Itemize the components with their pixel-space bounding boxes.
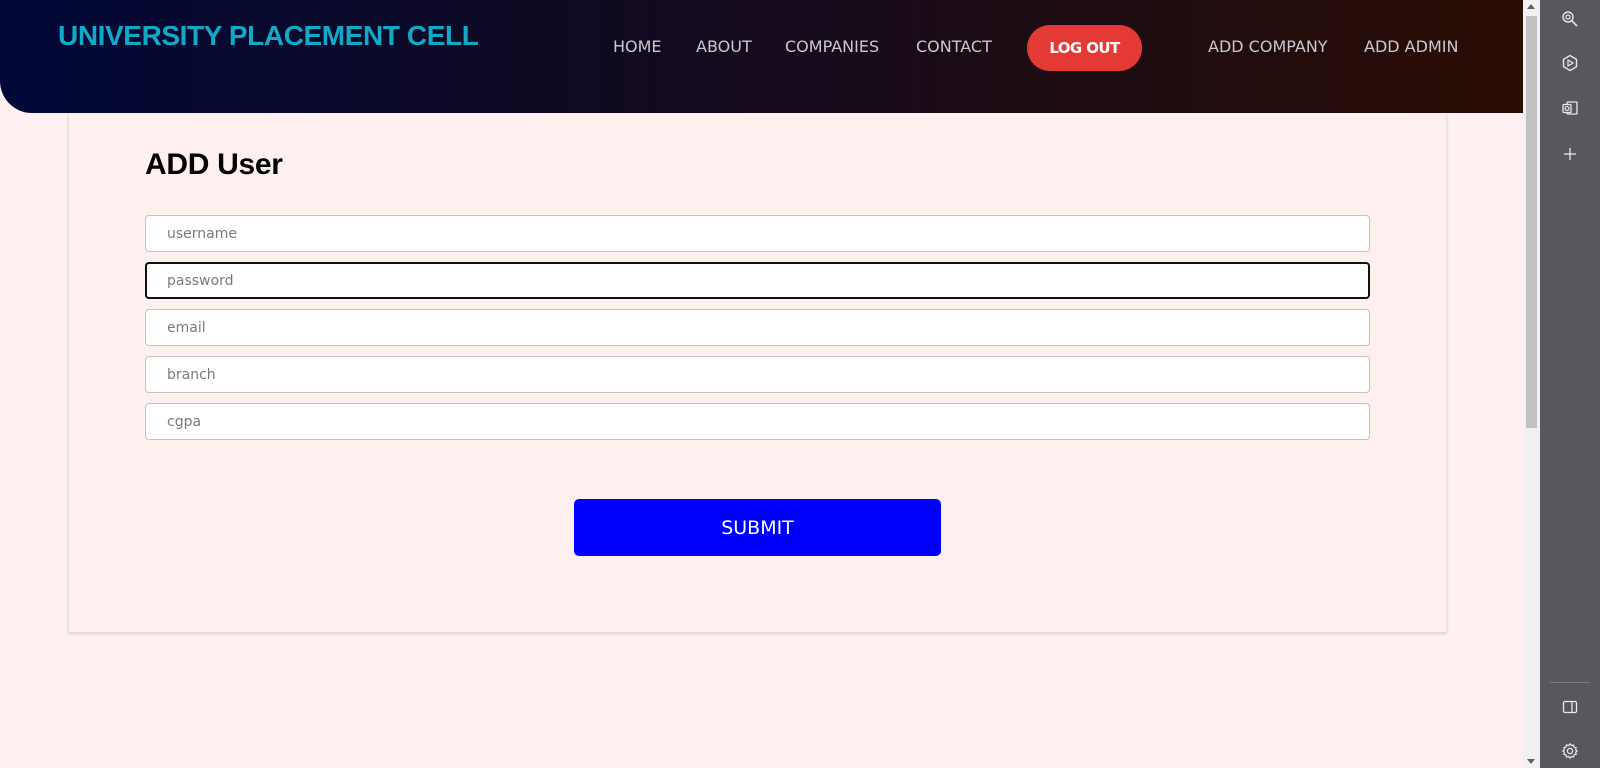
cgpa-field[interactable] — [145, 403, 1370, 440]
settings-icon[interactable] — [1560, 741, 1580, 761]
nav-add-admin-link[interactable]: ADD ADMIN — [1364, 37, 1458, 56]
nav-companies-link[interactable]: COMPANIES — [785, 37, 879, 56]
scroll-down-arrow-icon[interactable] — [1527, 759, 1535, 764]
site-header: UNIVERSITY PLACEMENT CELL HOME ABOUT COM… — [0, 0, 1523, 113]
sidebar-divider — [1550, 682, 1590, 683]
submit-button[interactable]: SUBMIT — [574, 499, 941, 556]
page-scrollbar[interactable] — [1523, 0, 1540, 768]
username-field[interactable] — [145, 215, 1370, 252]
add-icon[interactable] — [1560, 144, 1580, 164]
nav-add-company-link[interactable]: ADD COMPANY — [1208, 37, 1328, 56]
page-title: ADD User — [145, 148, 283, 181]
password-field[interactable] — [145, 262, 1370, 299]
nav-about-link[interactable]: ABOUT — [696, 37, 752, 56]
scrollbar-thumb[interactable] — [1526, 16, 1537, 428]
email-field[interactable] — [145, 309, 1370, 346]
scroll-up-arrow-icon[interactable] — [1527, 4, 1535, 9]
copilot-icon[interactable] — [1560, 53, 1580, 73]
browser-sidebar — [1540, 0, 1600, 768]
split-screen-icon[interactable] — [1560, 697, 1580, 717]
nav-home-link[interactable]: HOME — [613, 37, 662, 56]
search-zoom-icon[interactable] — [1560, 9, 1580, 29]
logout-button[interactable]: LOG OUT — [1027, 25, 1142, 71]
branch-field[interactable] — [145, 356, 1370, 393]
site-brand[interactable]: UNIVERSITY PLACEMENT CELL — [58, 20, 479, 52]
nav-contact-link[interactable]: CONTACT — [916, 37, 992, 56]
outlook-icon[interactable] — [1560, 98, 1580, 118]
